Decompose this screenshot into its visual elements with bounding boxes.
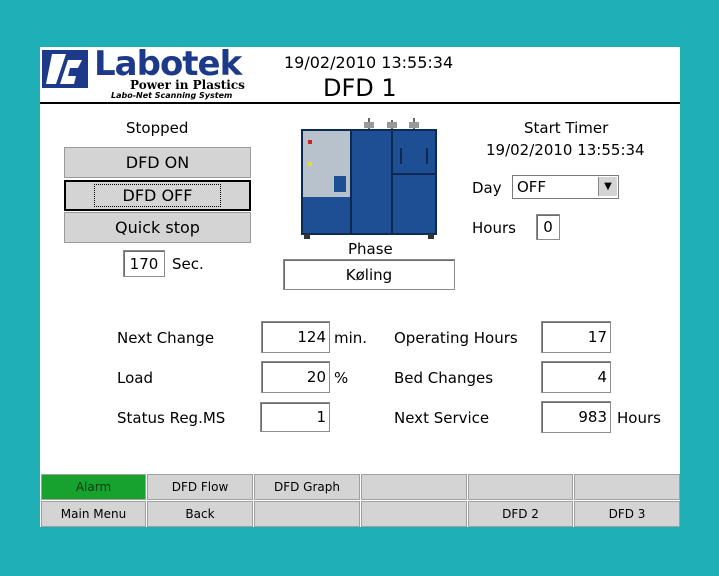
start-timer-datetime: 19/02/2010 13:55:34 [486, 141, 645, 159]
bed-changes-value: 4 [597, 368, 607, 386]
labotek-logo-icon [42, 50, 88, 88]
dfd-3-label: DFD 3 [608, 507, 646, 521]
logo-tagline: Power in Plastics [130, 78, 245, 92]
logo-subtag: Labo-Net Scanning System [111, 91, 233, 100]
back-label: Back [185, 507, 215, 521]
phase-label: Phase [348, 240, 393, 258]
load-field: 20 [261, 361, 330, 393]
main-menu-button[interactable]: Main Menu [41, 501, 146, 527]
load-label: Load [117, 369, 153, 387]
next-change-label: Next Change [117, 329, 215, 347]
bed-changes-field: 4 [541, 361, 611, 393]
phase-field: Køling [283, 259, 455, 290]
dfd-2-label: DFD 2 [502, 507, 539, 521]
dfd-3-button[interactable]: DFD 3 [574, 501, 680, 527]
operating-hours-label: Operating Hours [394, 329, 518, 347]
next-change-unit: min. [334, 329, 368, 347]
start-timer-label: Start Timer [524, 119, 609, 137]
alarm-label: Alarm [75, 480, 112, 494]
seconds-field[interactable]: 170 [123, 250, 165, 277]
day-label: Day [472, 179, 502, 197]
dfd-on-label: DFD ON [125, 153, 190, 172]
dfd-2-button[interactable]: DFD 2 [468, 501, 573, 527]
hours-label: Hours [472, 219, 516, 237]
status-reg-ms-label: Status Reg.MS [117, 409, 226, 427]
load-unit: % [334, 369, 349, 387]
nav-button-empty-5[interactable] [361, 501, 467, 527]
nav-button-empty-4[interactable] [254, 501, 360, 527]
alarm-button[interactable]: Alarm [41, 474, 146, 500]
phase-value: Køling [345, 265, 393, 284]
page-title: DFD 1 [323, 74, 397, 102]
quick-stop-label: Quick stop [115, 218, 200, 237]
dfd-graph-label: DFD Graph [273, 480, 340, 494]
dfd-on-button[interactable]: DFD ON [64, 147, 251, 178]
header-divider [40, 102, 680, 104]
nav-button-empty-1[interactable] [361, 474, 467, 500]
seconds-value: 170 [129, 254, 159, 273]
next-service-label: Next Service [394, 409, 490, 427]
status-reg-ms-field: 1 [260, 402, 330, 432]
dfd-flow-button[interactable]: DFD Flow [147, 474, 253, 500]
nav-button-empty-2[interactable] [468, 474, 573, 500]
dfd-off-button[interactable]: DFD OFF [64, 180, 251, 211]
next-change-field: 124 [261, 321, 330, 353]
back-button[interactable]: Back [147, 501, 253, 527]
hours-value: 0 [543, 218, 553, 236]
chevron-down-icon[interactable]: ▼ [598, 177, 617, 196]
seconds-unit: Sec. [172, 255, 204, 273]
operating-hours-field: 17 [541, 321, 611, 353]
hours-field[interactable]: 0 [536, 214, 560, 240]
nav-button-empty-3[interactable] [574, 474, 680, 500]
operating-hours-value: 17 [587, 328, 607, 346]
day-select-value: OFF [517, 178, 547, 196]
dfd-graph-button[interactable]: DFD Graph [254, 474, 360, 500]
dfd-flow-label: DFD Flow [171, 480, 229, 494]
next-service-field: 983 [541, 401, 611, 433]
next-service-unit: Hours [617, 409, 661, 427]
next-change-value: 124 [297, 328, 326, 346]
status-text: Stopped [126, 119, 189, 137]
dfd-off-label: DFD OFF [93, 184, 222, 207]
dryer-machine-icon [298, 116, 440, 240]
quick-stop-button[interactable]: Quick stop [64, 212, 251, 243]
next-service-value: 983 [578, 408, 607, 426]
bed-changes-label: Bed Changes [394, 369, 494, 387]
day-select[interactable]: OFF ▼ [512, 175, 619, 199]
status-reg-ms-value: 1 [316, 408, 326, 426]
main-menu-label: Main Menu [60, 507, 127, 521]
header-datetime: 19/02/2010 13:55:34 [284, 53, 454, 72]
load-value: 20 [306, 368, 326, 386]
